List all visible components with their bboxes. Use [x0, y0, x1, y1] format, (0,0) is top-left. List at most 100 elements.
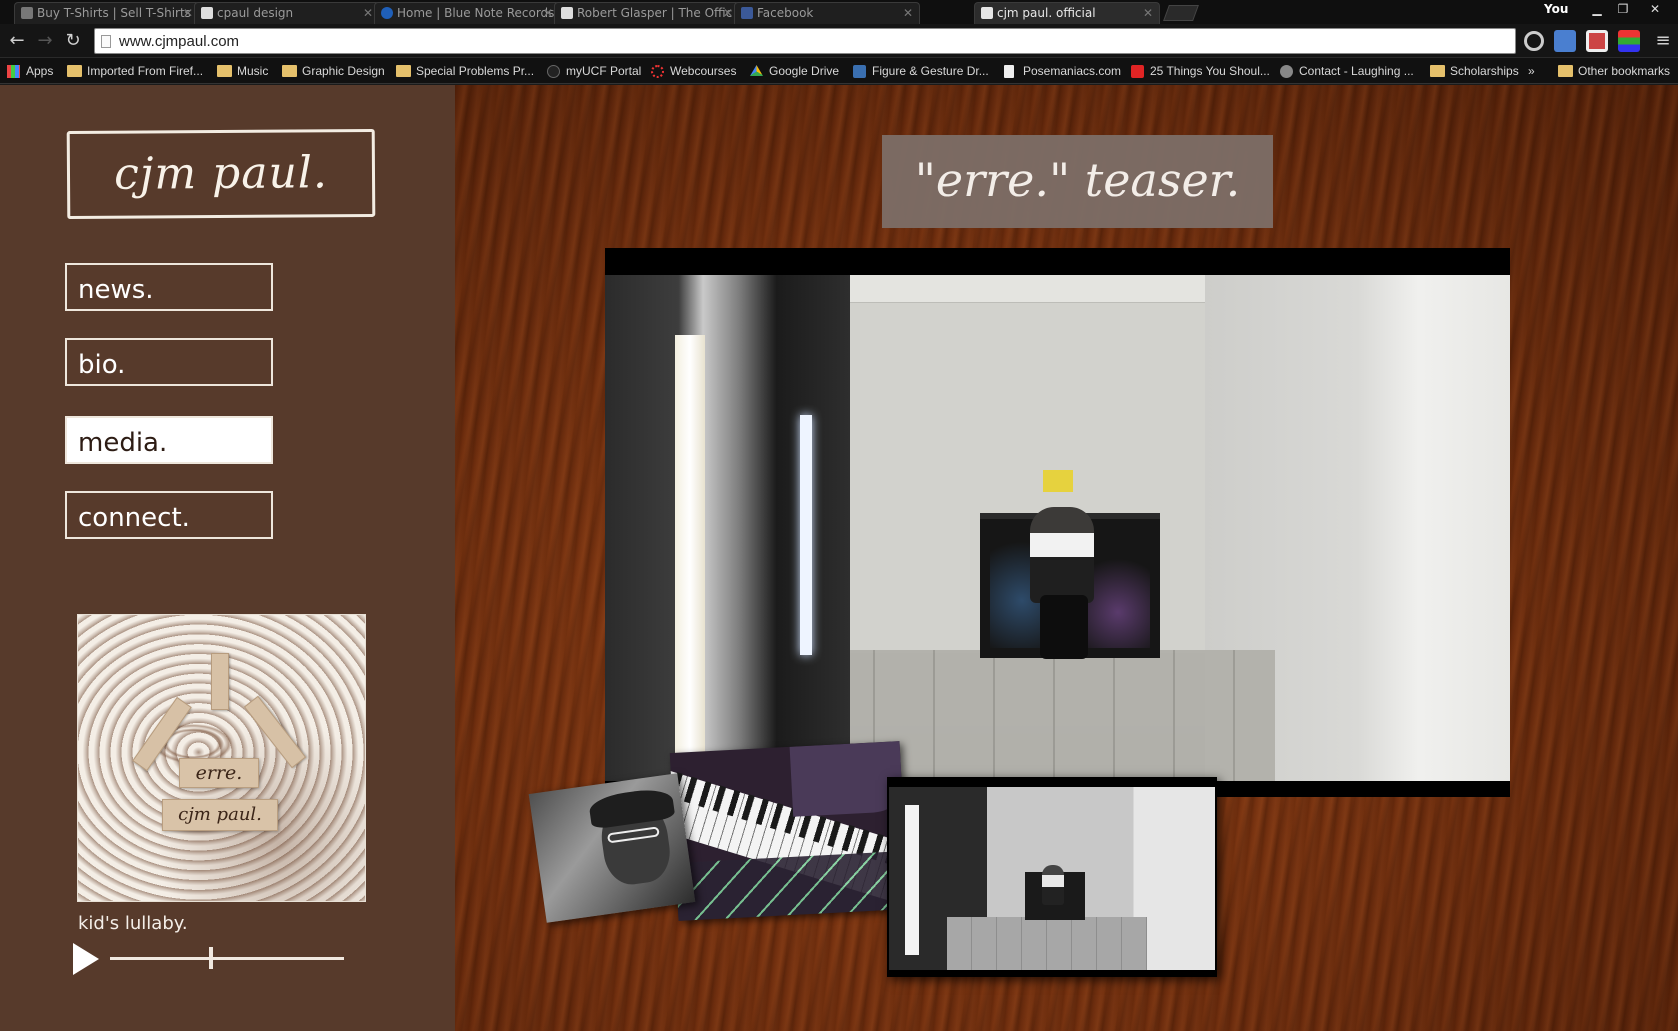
bookmark-link[interactable]: Contact - Laughing ... — [1279, 62, 1414, 80]
progress-track[interactable] — [110, 957, 344, 960]
reload-icon[interactable]: ↻ — [62, 30, 84, 52]
browser-tab[interactable]: Home | Blue Note Records ✕ — [374, 2, 560, 24]
bookmarks-overflow-button[interactable]: » — [1528, 62, 1535, 80]
bookmark-link[interactable]: 25 Things You Shoul... — [1130, 62, 1270, 80]
chair-image — [1040, 595, 1088, 659]
nav-bio[interactable]: bio. — [65, 338, 273, 386]
nav-news[interactable]: news. — [65, 263, 273, 311]
video-player[interactable] — [605, 248, 1510, 797]
browser-toolbar: ← → ↻ www.cjmpaul.com ≡ — [0, 24, 1678, 58]
bookmark-link[interactable]: Google Drive — [749, 62, 839, 80]
new-tab-button[interactable] — [1163, 5, 1199, 21]
bookmark-link[interactable]: Webcourses — [650, 62, 736, 80]
extension-icon[interactable] — [1554, 30, 1576, 52]
profile-button[interactable]: You — [1544, 2, 1568, 16]
minimize-icon[interactable]: ▁ — [1584, 0, 1610, 18]
bookmark-link[interactable]: Posemaniacs.com — [1003, 62, 1121, 80]
tab-title: Facebook — [757, 6, 814, 20]
piano-key-shape — [211, 653, 229, 710]
nav-media[interactable]: media. — [65, 416, 273, 464]
bookmark-folder[interactable]: Special Problems Pr... — [396, 62, 534, 80]
album-artist-tag: cjm paul. — [162, 799, 278, 831]
bookmark-label: Graphic Design — [302, 64, 385, 78]
forward-icon[interactable]: → — [34, 30, 56, 52]
bookmark-label: Figure & Gesture Dr... — [872, 64, 989, 78]
vending-light — [675, 335, 705, 765]
close-window-icon[interactable]: ✕ — [1642, 0, 1668, 18]
myucf-icon — [547, 65, 560, 78]
address-bar[interactable]: www.cjmpaul.com — [94, 28, 1516, 54]
folder-icon — [396, 65, 411, 77]
extension-icon[interactable] — [1524, 31, 1544, 51]
album-title-tag: erre. — [179, 758, 259, 788]
close-tab-icon[interactable]: ✕ — [363, 3, 373, 23]
bookmark-folder[interactable]: Imported From Firef... — [67, 62, 203, 80]
browser-tab[interactable]: Buy T-Shirts | Sell T-Shirts ✕ — [14, 2, 200, 24]
bookmark-label: Scholarships — [1450, 64, 1519, 78]
webcourses-icon — [651, 65, 664, 78]
close-tab-icon[interactable]: ✕ — [903, 3, 913, 23]
bookmark-label: Posemaniacs.com — [1023, 64, 1122, 78]
tab-title: cpaul design — [217, 6, 294, 20]
tab-title: Buy T-Shirts | Sell T-Shirts — [37, 6, 191, 20]
browser-tab[interactable]: Robert Glasper | The Offic ✕ — [554, 2, 740, 24]
folder-icon — [217, 65, 232, 77]
site-icon — [981, 7, 993, 19]
bookmark-folder[interactable]: Music — [217, 62, 268, 80]
bookmark-folder[interactable]: Scholarships — [1430, 62, 1519, 80]
thumbnail-light — [905, 805, 919, 955]
tab-strip: Buy T-Shirts | Sell T-Shirts ✕ cpaul des… — [0, 0, 1678, 24]
apps-icon — [7, 65, 20, 78]
sidebar: cjm paul. news. bio. media. connect. err… — [0, 85, 455, 1031]
thumbnail-floor — [947, 917, 1147, 970]
painted-pattern — [675, 850, 909, 921]
extension-icon[interactable] — [1618, 30, 1640, 52]
bookmark-link[interactable]: Figure & Gesture Dr... — [852, 62, 989, 80]
page-icon — [1004, 65, 1014, 78]
tab-title: Robert Glasper | The Offic — [577, 6, 733, 20]
close-tab-icon[interactable]: ✕ — [723, 3, 733, 23]
folder-icon — [282, 65, 297, 77]
site-logo[interactable]: cjm paul. — [66, 128, 376, 220]
bookmarks-bar: Apps Imported From Firef... Music Graphi… — [0, 58, 1678, 84]
bookmark-folder[interactable]: Graphic Design — [282, 62, 385, 80]
url-text: www.cjmpaul.com — [119, 33, 240, 50]
play-button[interactable] — [73, 943, 99, 975]
progress-thumb[interactable] — [208, 947, 213, 969]
piano-keys-photo[interactable] — [669, 741, 909, 921]
restore-icon[interactable]: ❐ — [1610, 0, 1636, 18]
back-icon[interactable]: ← — [6, 30, 28, 52]
bookmark-label: Music — [237, 64, 269, 78]
track-title: kid's lullaby. — [78, 913, 188, 934]
vending-machine-image — [605, 275, 850, 781]
page-icon — [201, 7, 213, 19]
bookmark-label: 25 Things You Shoul... — [1150, 64, 1270, 78]
browser-tab[interactable]: Facebook ✕ — [734, 2, 920, 24]
extension-icon[interactable] — [1586, 30, 1608, 52]
media-heading-text: "erre." teaser. — [914, 153, 1241, 207]
portrait-photo[interactable] — [528, 773, 696, 923]
bookmark-link[interactable]: myUCF Portal — [546, 62, 641, 80]
figure-gesture-icon — [853, 65, 866, 78]
web-page: cjm paul. news. bio. media. connect. err… — [0, 85, 1678, 1031]
bookmark-label: Special Problems Pr... — [416, 64, 535, 78]
close-tab-icon[interactable]: ✕ — [183, 3, 193, 23]
pianist-image — [1030, 507, 1094, 603]
tab-title: Home | Blue Note Records — [397, 6, 555, 20]
page-icon — [101, 35, 111, 48]
laughing-icon — [1280, 65, 1293, 78]
facebook-icon — [741, 7, 753, 19]
bookmark-folder-other[interactable]: Other bookmarks — [1558, 62, 1670, 80]
browser-tab-active[interactable]: cjm paul. official ✕ — [974, 2, 1160, 24]
vending-glow — [800, 415, 812, 655]
browser-tab[interactable]: cpaul design ✕ — [194, 2, 380, 24]
menu-icon[interactable]: ≡ — [1652, 30, 1674, 52]
close-tab-icon[interactable]: ✕ — [1143, 3, 1153, 23]
album-cover[interactable]: erre. cjm paul. — [77, 614, 366, 902]
bookmark-label: Imported From Firef... — [87, 64, 204, 78]
folder-icon — [1430, 65, 1445, 77]
close-tab-icon[interactable]: ✕ — [543, 3, 553, 23]
bookmark-apps[interactable]: Apps — [6, 62, 53, 80]
nav-connect[interactable]: connect. — [65, 491, 273, 539]
video-thumbnail-photo[interactable] — [887, 777, 1217, 977]
